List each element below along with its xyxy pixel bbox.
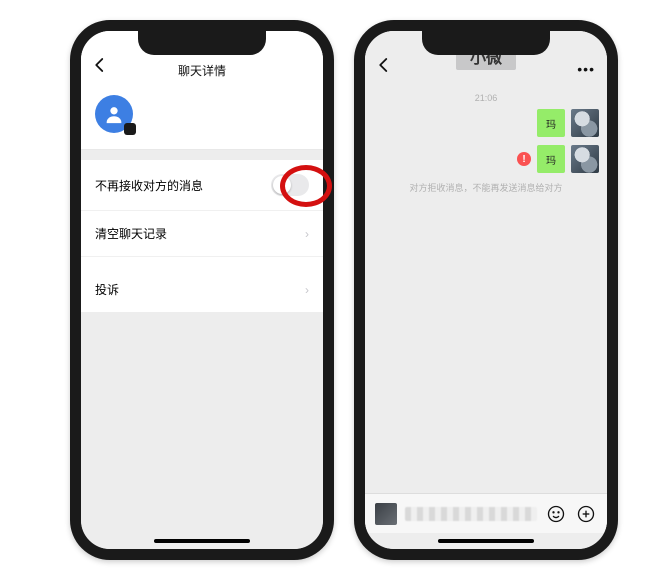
page-title: 聊天详情 [178, 62, 226, 79]
blocked-hint-text: 对方拒收消息，不能再发送消息给对方 [373, 181, 599, 194]
chevron-right-icon: › [305, 227, 309, 241]
cell-block-messages[interactable]: 不再接收对方的消息 [81, 160, 323, 211]
contact-avatar[interactable] [95, 95, 133, 133]
settings-group: 不再接收对方的消息 清空聊天记录 › 投诉 › [81, 160, 323, 312]
toggle-switch[interactable] [271, 174, 309, 196]
input-thumbnail[interactable] [375, 503, 397, 525]
message-row: ! 玛 [373, 145, 599, 173]
phone-right: 小微 ••• 21:06 玛 ! 玛 对方拒收消息，不能再发送消息给对方 [354, 20, 618, 560]
avatar-badge-icon [124, 123, 136, 135]
cell-label: 投诉 [95, 281, 119, 298]
chevron-right-icon: › [305, 283, 309, 297]
cell-report[interactable]: 投诉 › [81, 267, 323, 312]
message-bubble[interactable]: 玛 [537, 145, 565, 173]
back-icon[interactable] [375, 56, 393, 79]
phone-notch [138, 31, 266, 55]
chat-body: 21:06 玛 ! 玛 对方拒收消息，不能再发送消息给对方 [365, 85, 607, 549]
chat-input-bar [365, 493, 607, 533]
back-icon[interactable] [91, 56, 109, 79]
plus-icon[interactable] [575, 503, 597, 525]
contact-avatar-section [81, 85, 323, 150]
more-icon[interactable]: ••• [577, 61, 595, 77]
message-bubble[interactable]: 玛 [537, 109, 565, 137]
home-indicator[interactable] [154, 539, 250, 543]
phone-left: 聊天详情 不再接收对方的消息 清 [70, 20, 334, 560]
cell-clear-history[interactable]: 清空聊天记录 › [81, 211, 323, 257]
message-row: 玛 [373, 109, 599, 137]
home-indicator[interactable] [438, 539, 534, 543]
input-text-field[interactable] [405, 507, 537, 521]
cell-label: 不再接收对方的消息 [95, 177, 203, 194]
send-error-icon[interactable]: ! [517, 152, 531, 166]
sender-avatar[interactable] [571, 109, 599, 137]
phone-notch [422, 31, 550, 55]
chat-timestamp: 21:06 [373, 93, 599, 103]
emoji-icon[interactable] [545, 503, 567, 525]
cell-label: 清空聊天记录 [95, 225, 167, 242]
sender-avatar[interactable] [571, 145, 599, 173]
